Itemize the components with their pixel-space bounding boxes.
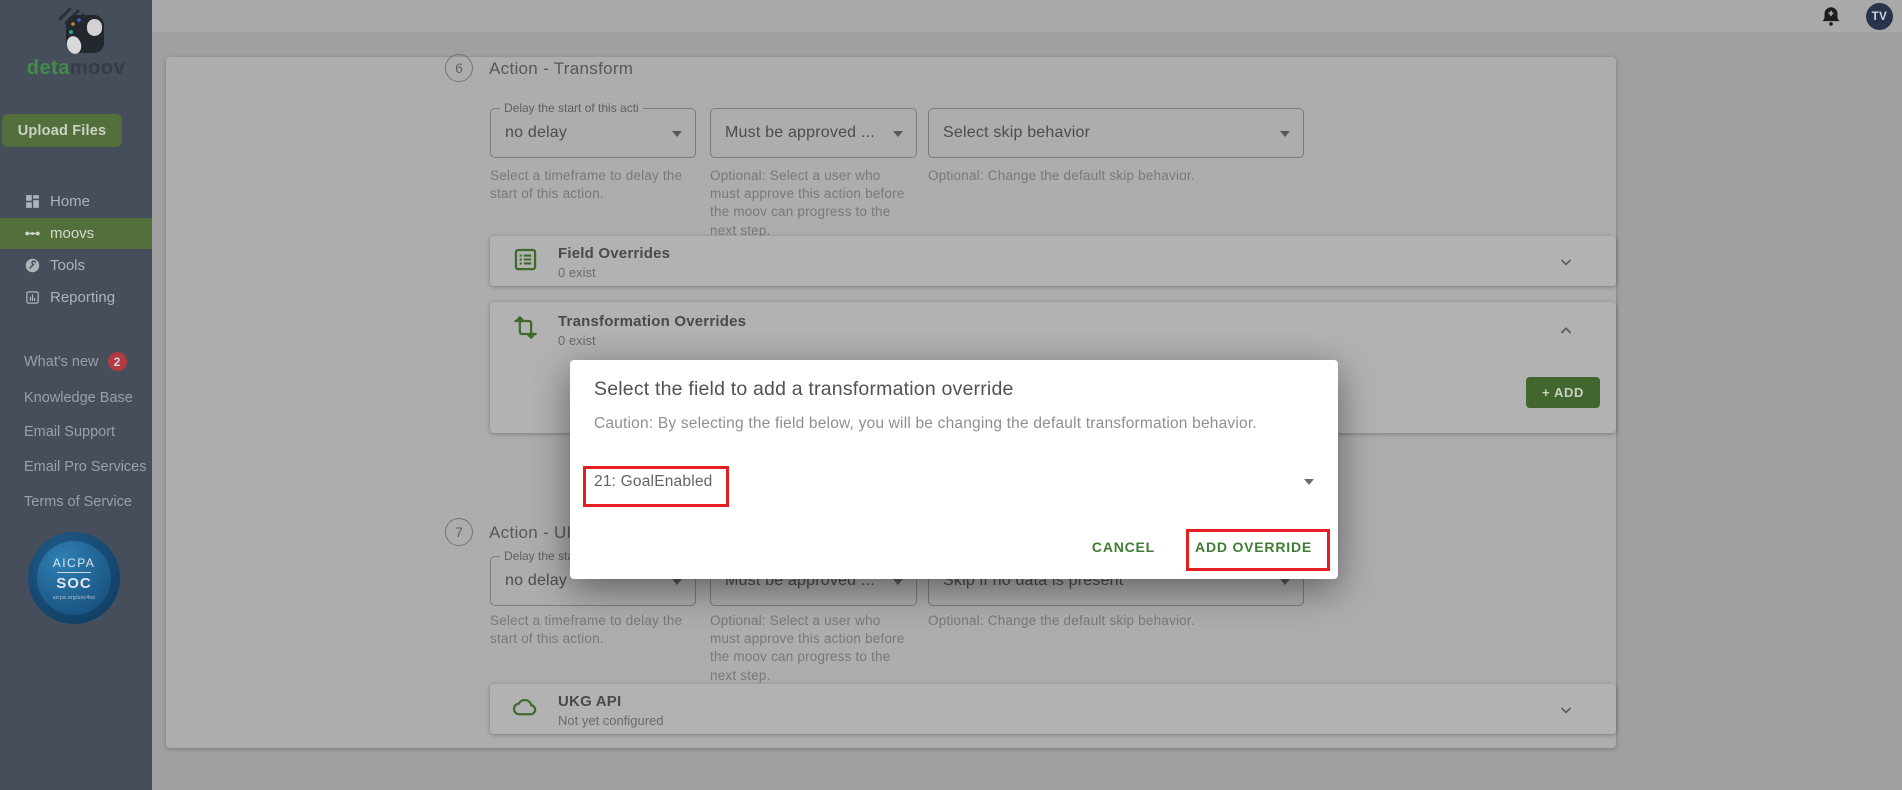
- cloud-icon: [512, 698, 537, 716]
- upload-files-button[interactable]: Upload Files: [2, 114, 122, 147]
- whats-new-count-badge: 2: [107, 352, 127, 371]
- wrench-icon: [25, 258, 40, 272]
- step6-delay-helper: Select a timeframe to delay the start of…: [490, 168, 683, 202]
- sidebar: detamoov Upload Files Home moovs Tools R…: [0, 0, 152, 790]
- field-overrides-icon: [514, 248, 537, 271]
- dialog-actions: CANCEL ADD OVERRIDE: [1092, 527, 1312, 567]
- sidebar-item-label: Home: [50, 192, 91, 210]
- cancel-button[interactable]: CANCEL: [1092, 539, 1155, 555]
- avatar[interactable]: TV: [1866, 3, 1893, 30]
- chevron-up-icon: [1561, 327, 1571, 334]
- field-overrides-accordion[interactable]: Field Overrides 0 exist: [490, 236, 1616, 286]
- chevron-down-icon: [672, 579, 682, 585]
- logo: detamoov: [26, 57, 126, 79]
- top-bar: [152, 0, 1902, 32]
- bar-chart-icon: [26, 290, 39, 304]
- field-select[interactable]: 21: GoalEnabled: [570, 460, 1338, 504]
- sidebar-item-reporting[interactable]: Reporting: [0, 282, 152, 312]
- sidebar-link-email-pro-services[interactable]: Email Pro Services: [24, 459, 146, 475]
- dialog-title: Select the field to add a transformation…: [594, 378, 1014, 400]
- chevron-down-icon: [893, 131, 903, 137]
- add-transformation-override-dialog: Select the field to add a transformation…: [570, 360, 1338, 579]
- logo-icon: [58, 7, 104, 54]
- step-number-badge: 6: [445, 54, 473, 82]
- step7-delay-helper: Select a timeframe to delay the start of…: [490, 613, 683, 647]
- sidebar-link-terms-of-service[interactable]: Terms of Service: [24, 494, 132, 510]
- notifications-button[interactable]: [1818, 4, 1844, 30]
- chevron-down-icon: [1280, 131, 1290, 137]
- sidebar-link-whats-new[interactable]: What's new 2: [24, 352, 127, 371]
- chevron-down-icon: [1280, 579, 1290, 585]
- sidebar-link-email-support[interactable]: Email Support: [24, 424, 115, 440]
- sidebar-item-home[interactable]: Home: [0, 186, 152, 216]
- bell-plus-icon: [1822, 7, 1840, 26]
- step6-skip-behavior-select[interactable]: Select skip behavior: [928, 108, 1304, 158]
- sidebar-item-label: Reporting: [50, 288, 116, 306]
- sidebar-item-moovs[interactable]: moovs: [0, 218, 152, 249]
- transformation-overrides-icon: [514, 316, 537, 339]
- step6-approver-select[interactable]: Must be approved ...: [710, 108, 917, 158]
- step-number-badge: 7: [445, 518, 473, 546]
- sidebar-link-knowledge-base[interactable]: Knowledge Base: [24, 390, 133, 406]
- add-override-open-button[interactable]: + ADD: [1526, 377, 1600, 408]
- step6-delay-select[interactable]: no delay: [490, 108, 696, 158]
- chevron-down-icon: [893, 579, 903, 585]
- chevron-down-icon: [1561, 707, 1571, 714]
- field-select-value: 21: GoalEnabled: [594, 473, 713, 490]
- ukg-api-accordion[interactable]: UKG API Not yet configured: [490, 684, 1616, 734]
- dialog-caution-text: Caution: By selecting the field below, y…: [594, 415, 1257, 432]
- dots-icon: [25, 231, 40, 236]
- dashboard-icon: [26, 194, 39, 208]
- step7-skip-helper: Optional: Change the default skip behavi…: [928, 613, 1195, 628]
- step7-approver-helper: Optional: Select a user who must approve…: [710, 613, 905, 683]
- step7-title: Action - UK: [489, 523, 579, 542]
- delay-select-label: Delay the start of this acti: [500, 101, 643, 115]
- sidebar-item-tools[interactable]: Tools: [0, 250, 152, 280]
- sidebar-item-label: moovs: [50, 225, 95, 242]
- step6-title: Action - Transform: [489, 59, 634, 78]
- chevron-down-icon: [672, 131, 682, 137]
- step6-approver-helper: Optional: Select a user who must approve…: [710, 168, 905, 238]
- sidebar-item-label: Tools: [50, 256, 86, 274]
- add-override-button[interactable]: ADD OVERRIDE: [1195, 539, 1312, 555]
- chevron-down-icon: [1561, 259, 1571, 266]
- step6-skip-helper: Optional: Change the default skip behavi…: [928, 168, 1195, 183]
- chevron-down-icon: [1304, 479, 1314, 485]
- aicpa-soc-badge: AICPA SOC aicpa.org/soc4so: [28, 532, 120, 624]
